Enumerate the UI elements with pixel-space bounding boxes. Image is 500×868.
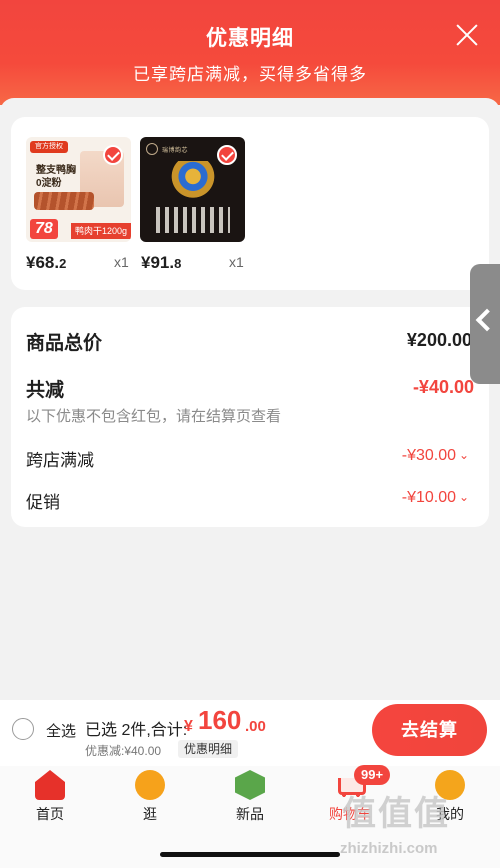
item-price: ¥91.8 (141, 253, 182, 272)
thumb-spec-tag: 鸭肉干1200g (70, 223, 131, 239)
reduce-value: -¥40.00 (412, 377, 474, 397)
select-all-radio[interactable] (12, 718, 34, 740)
product-thumbnail[interactable]: 瑞博韵芯 (140, 137, 245, 242)
tab-new-products[interactable]: 新品 (210, 770, 290, 824)
home-icon (35, 770, 65, 800)
bead-fringe-image (156, 207, 230, 233)
page-subtitle: 已享跨店满减，买得多省得多 (133, 65, 367, 84)
cross-store-discount-label[interactable]: 跨店满减 (26, 446, 94, 471)
tab-label: 新品 (236, 806, 264, 822)
tab-stroll[interactable]: 逛 (110, 770, 190, 824)
discount-detail-header: 优惠明细 已享跨店满减，买得多省得多 (0, 0, 500, 105)
cart-count-badge: 99+ (354, 765, 391, 785)
chevron-down-icon[interactable]: ⌄ (459, 490, 469, 504)
item-price: ¥68.2 (26, 253, 67, 272)
tab-home[interactable]: 首页 (10, 770, 90, 824)
item-quantity: x1 (114, 254, 129, 270)
select-all-label[interactable]: 全选 (46, 720, 76, 741)
headdress-image (162, 161, 224, 205)
close-icon[interactable] (454, 22, 480, 48)
thumb-text: 0淀粉 (36, 178, 62, 189)
official-badge: 官方授权 (30, 141, 68, 153)
total-currency: ¥ (184, 718, 193, 735)
watermark-logo: 值值值 (342, 795, 450, 833)
cross-store-discount-value[interactable]: -¥30.00 (402, 447, 456, 465)
discount-note: 优惠减:¥40.00 (85, 744, 162, 758)
item-quantity: x1 (229, 254, 244, 270)
chevron-left-icon (475, 308, 499, 332)
stroll-icon (135, 770, 165, 800)
selected-summary: 已选 2件,合计: (85, 722, 188, 739)
thumb-price-tag: 78 (30, 219, 58, 239)
thumb-text: 瑞博韵芯 (162, 148, 189, 154)
new-products-icon (235, 770, 265, 800)
reduce-note: 以下优惠不包含红包，请在结算页查看 (26, 408, 282, 425)
brand-logo-icon (146, 143, 158, 155)
tab-label: 逛 (143, 806, 157, 822)
selected-check-icon[interactable] (103, 145, 123, 165)
product-thumbnail[interactable]: 官方授权 整支鸭胸 0淀粉 78 鸭肉干1200g (26, 137, 131, 242)
total-amount: 160 (198, 705, 242, 735)
page-title: 优惠明细 (206, 27, 294, 50)
promotion-value[interactable]: -¥10.00 (402, 489, 456, 507)
chevron-down-icon[interactable]: ⌄ (459, 448, 469, 462)
total-label: 商品总价 (26, 333, 103, 354)
total-value: ¥200.00 (406, 330, 472, 350)
side-collapse-tab[interactable] (470, 264, 500, 384)
total-amount-decimal: .00 (245, 718, 266, 735)
promotion-label[interactable]: 促销 (26, 488, 60, 513)
product-food-image (34, 192, 94, 210)
items-card: 官方授权 整支鸭胸 0淀粉 78 鸭肉干1200g 瑞博韵芯 (11, 117, 489, 290)
watermark-url: zhizhizhi.com (340, 840, 438, 857)
checkout-button[interactable]: 去结算 (372, 704, 487, 756)
selected-check-icon[interactable] (217, 145, 237, 165)
tab-label: 首页 (36, 806, 64, 822)
home-indicator[interactable] (160, 852, 340, 857)
discount-detail-link[interactable]: 优惠明细 (178, 740, 239, 758)
reduce-label: 共减 (26, 380, 65, 401)
